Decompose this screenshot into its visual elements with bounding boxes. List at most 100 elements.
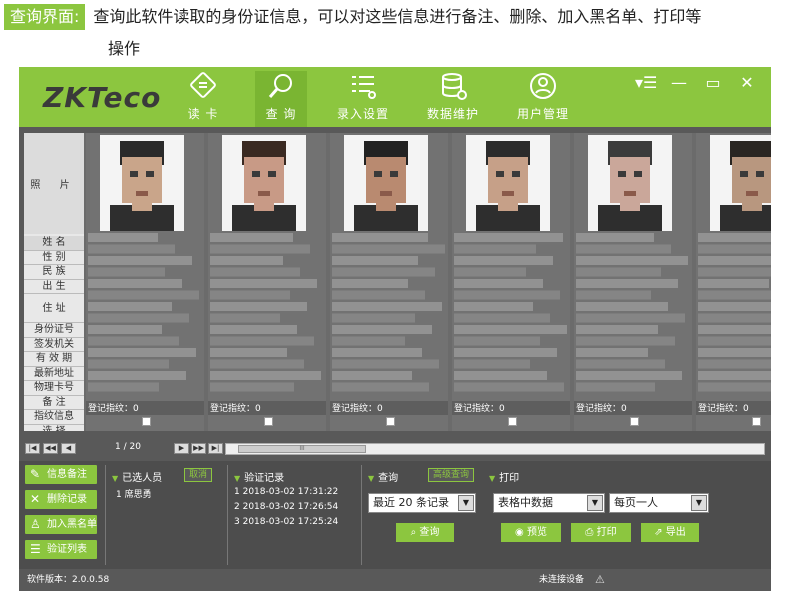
pixelated-portrait — [222, 135, 306, 231]
redacted-fields — [332, 233, 445, 392]
export-icon: ⇗ — [654, 527, 666, 538]
version-text: 软件版本：2.0.0.58 — [27, 575, 110, 585]
caption-tag: 查询界面: — [4, 4, 86, 30]
app-window: ZKTeco 读 卡 查 询 录入设置 数据维护 用户管理 ▾☰ — ▭ ✕ 照… — [19, 67, 771, 591]
nav-label: 录入设置 — [336, 107, 389, 121]
export-button[interactable]: ⇗ 导出 — [641, 523, 699, 542]
redacted-fields — [210, 233, 321, 392]
page-indicator: 1 / 20 — [115, 442, 141, 452]
select-checkbox[interactable] — [142, 417, 151, 426]
per-page-select[interactable]: 每页一人 ▼ — [609, 493, 709, 513]
select-checkbox[interactable] — [386, 417, 395, 426]
button-label: 查询 — [419, 527, 440, 538]
nav-entry-settings[interactable]: 录入设置 — [335, 71, 391, 127]
horizontal-scrollbar[interactable]: III — [225, 443, 765, 455]
collapse-icon: ▼ — [234, 474, 241, 483]
button-label: 预览 — [526, 527, 547, 538]
list-icon: ☰ — [30, 542, 41, 556]
field-label: 选 择 — [24, 424, 84, 431]
print-source-select[interactable]: 表格中数据 ▼ — [493, 493, 605, 513]
list-settings-icon — [352, 76, 376, 99]
nav-label: 数据维护 — [426, 107, 479, 121]
nav-user-management[interactable]: 用户管理 — [513, 71, 573, 127]
field-label: 有 效 期 — [24, 352, 84, 367]
redacted-fields — [88, 233, 199, 392]
print-button[interactable]: ⎙ 打印 — [571, 523, 631, 542]
user-block-icon: ♙ — [30, 517, 41, 531]
field-label: 指纹信息 — [24, 410, 84, 425]
chevron-down-icon: ▼ — [458, 495, 474, 511]
panel-title: 验证记录 — [244, 473, 285, 484]
note-button[interactable]: ✎ 信息备注 — [25, 465, 97, 484]
verify-list-button[interactable]: ☰ 验证列表 — [25, 540, 97, 559]
device-status: 未连接设备 — [539, 575, 585, 585]
prev-button[interactable]: ◀ — [61, 443, 76, 454]
next-page-button[interactable]: ▶▶ — [191, 443, 206, 454]
record-card[interactable]: 登记指纹：0 — [696, 133, 771, 431]
caption-text-2: 操作 — [108, 39, 141, 58]
verify-record[interactable]: 1 2018-03-02 17:31:22 — [234, 487, 338, 497]
select-value: 每页一人 — [614, 496, 658, 509]
field-label: 最新地址 — [24, 366, 84, 381]
button-label: 加入黑名单 — [47, 519, 97, 530]
pencil-icon: ✎ — [30, 467, 41, 481]
search-icon — [268, 74, 292, 98]
nav-read-card[interactable]: 读 卡 — [179, 71, 227, 127]
field-label: 签发机关 — [24, 337, 84, 352]
selected-person[interactable]: 1 席思勇 — [116, 487, 152, 500]
record-card[interactable]: 登记指纹：0 — [574, 133, 692, 431]
field-label-column: 照 片 姓 名 性 别 民 族 出 生 住 址 身份证号 签发机关 有 效 期 … — [24, 133, 84, 431]
advanced-query-button[interactable]: 高级查询 — [428, 468, 475, 482]
delete-x-icon: ✕ — [30, 492, 41, 506]
record-range-select[interactable]: 最近 20 条记录 ▼ — [368, 493, 476, 513]
select-checkbox[interactable] — [630, 417, 639, 426]
fingerprint-info: 登记指纹：0 — [208, 401, 326, 415]
maximize-icon[interactable]: ▭ — [703, 73, 723, 92]
record-card[interactable]: 登记指纹：0 — [452, 133, 570, 431]
verify-record[interactable]: 3 2018-03-02 17:25:24 — [234, 517, 338, 527]
cancel-selection-button[interactable]: 取消 — [184, 468, 213, 482]
pixelated-portrait — [344, 135, 428, 231]
minimize-icon[interactable]: — — [669, 73, 689, 92]
last-page-button[interactable]: ▶| — [208, 443, 223, 454]
query-button[interactable]: ⌕ 查询 — [396, 523, 454, 542]
collapse-icon: ▼ — [368, 474, 375, 483]
record-card[interactable]: 登记指纹：0 — [86, 133, 204, 431]
verify-record[interactable]: 2 2018-03-02 17:26:54 — [234, 502, 338, 512]
close-icon[interactable]: ✕ — [737, 73, 757, 92]
nav-query[interactable]: 查 询 — [255, 71, 307, 127]
next-button[interactable]: ▶ — [174, 443, 189, 454]
preview-button[interactable]: ◉ 预览 — [501, 523, 561, 542]
id-photo — [588, 135, 672, 231]
pixelated-portrait — [466, 135, 550, 231]
record-card[interactable]: 登记指纹：0 — [330, 133, 448, 431]
button-label: 打印 — [596, 527, 617, 538]
field-label: 姓 名 — [24, 236, 84, 251]
chevron-down-icon: ▼ — [587, 495, 603, 511]
caption-text: 查询此软件读取的身份证信息，可以对这些信息进行备注、删除、加入黑名单、打印等 — [93, 7, 702, 26]
add-blacklist-button[interactable]: ♙ 加入黑名单 — [25, 515, 97, 534]
first-page-button[interactable]: |◀ — [25, 443, 40, 454]
id-photo — [222, 135, 306, 231]
scrollbar-thumb[interactable]: III — [238, 445, 366, 453]
field-label: 住 址 — [24, 294, 84, 323]
fingerprint-info: 登记指纹：0 — [452, 401, 570, 415]
nav-label: 查 询 — [265, 107, 297, 121]
delete-record-button[interactable]: ✕ 删除记录 — [25, 490, 97, 509]
button-label: 导出 — [665, 527, 686, 538]
pager: |◀ ◀◀ ◀ 1 / 20 ▶ ▶▶ ▶| III — [19, 439, 771, 457]
prev-page-button[interactable]: ◀◀ — [43, 443, 58, 454]
panel-title: 已选人员 — [122, 473, 163, 484]
nav-data-maintenance[interactable]: 数据维护 — [423, 71, 483, 127]
bottom-panel: ✎ 信息备注 ✕ 删除记录 ♙ 加入黑名单 ☰ 验证列表 ▼ 已选人员 取消 1 席思勇 … — [19, 461, 771, 569]
record-card[interactable]: 登记指纹：0 — [208, 133, 326, 431]
select-checkbox[interactable] — [508, 417, 517, 426]
panel-title: 查询 — [378, 473, 399, 484]
menu-icon[interactable]: ▾☰ — [635, 73, 657, 92]
window-controls: ▾☰ — ▭ ✕ — [635, 73, 757, 92]
select-checkbox[interactable] — [752, 417, 761, 426]
eye-icon: ◉ — [515, 527, 527, 538]
print-panel: ▼ 打印 表格中数据 ▼ 每页一人 ▼ ◉ 预览 ⎙ 打印 ⇗ 导出 — [483, 465, 771, 565]
select-checkbox[interactable] — [264, 417, 273, 426]
collapse-icon: ▼ — [489, 474, 496, 483]
